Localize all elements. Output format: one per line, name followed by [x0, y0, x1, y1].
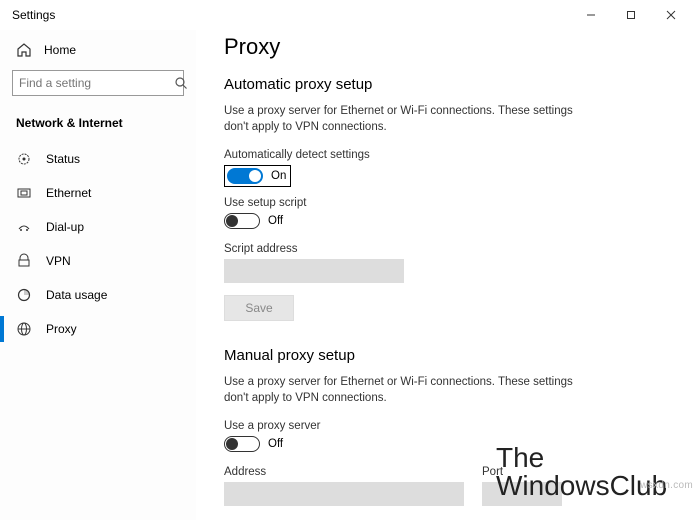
- home-label: Home: [44, 43, 76, 57]
- script-address-label: Script address: [224, 243, 671, 255]
- window-title: Settings: [8, 8, 55, 22]
- sidebar-item-vpn[interactable]: VPN: [12, 244, 184, 278]
- save-button[interactable]: Save: [224, 295, 294, 321]
- auto-detect-state: On: [271, 170, 286, 182]
- home-nav[interactable]: Home: [12, 36, 184, 70]
- use-proxy-state: Off: [268, 438, 283, 450]
- sidebar-item-label: Dial-up: [46, 220, 84, 234]
- home-icon: [16, 42, 32, 58]
- close-icon: [666, 10, 676, 20]
- auto-section-title: Automatic proxy setup: [224, 76, 671, 93]
- minimize-button[interactable]: [571, 1, 611, 29]
- category-header: Network & Internet: [12, 112, 184, 142]
- auto-detect-label: Automatically detect settings: [224, 149, 671, 161]
- sidebar-item-label: Ethernet: [46, 186, 91, 200]
- manual-port-label: Port: [482, 466, 562, 478]
- page-title: Proxy: [224, 34, 671, 60]
- sidebar-item-label: Data usage: [46, 288, 107, 302]
- dialup-icon: [16, 219, 32, 235]
- search-icon: [174, 76, 188, 90]
- sidebar-item-label: Status: [46, 152, 80, 166]
- manual-section-title: Manual proxy setup: [224, 347, 671, 364]
- sidebar-item-status[interactable]: Status: [12, 142, 184, 176]
- sidebar-item-ethernet[interactable]: Ethernet: [12, 176, 184, 210]
- minimize-icon: [586, 10, 596, 20]
- sidebar-item-label: Proxy: [46, 322, 77, 336]
- sidebar-item-datausage[interactable]: Data usage: [12, 278, 184, 312]
- manual-address-input[interactable]: [224, 482, 464, 506]
- use-proxy-toggle-row: Off: [224, 436, 671, 452]
- maximize-button[interactable]: [611, 1, 651, 29]
- auto-detect-toggle[interactable]: [227, 168, 263, 184]
- search-box[interactable]: [12, 70, 184, 96]
- search-input[interactable]: [19, 76, 174, 90]
- script-address-input[interactable]: [224, 259, 404, 283]
- manual-port-input[interactable]: [482, 482, 562, 506]
- titlebar: Settings: [0, 0, 699, 30]
- setup-script-toggle[interactable]: [224, 213, 260, 229]
- setup-script-state: Off: [268, 215, 283, 227]
- use-proxy-toggle[interactable]: [224, 436, 260, 452]
- toggle-knob: [249, 170, 261, 182]
- sidebar: Home Network & Internet Status Ethernet: [0, 30, 196, 520]
- sidebar-item-dialup[interactable]: Dial-up: [12, 210, 184, 244]
- auto-detect-toggle-row: On: [224, 165, 291, 187]
- sidebar-item-label: VPN: [46, 254, 71, 268]
- vpn-icon: [16, 253, 32, 269]
- setup-script-toggle-row: Off: [224, 213, 671, 229]
- proxy-icon: [16, 321, 32, 337]
- toggle-knob: [226, 438, 238, 450]
- close-button[interactable]: [651, 1, 691, 29]
- data-usage-icon: [16, 287, 32, 303]
- toggle-knob: [226, 215, 238, 227]
- main-content: Proxy Automatic proxy setup Use a proxy …: [196, 30, 699, 520]
- sidebar-item-proxy[interactable]: Proxy: [12, 312, 184, 346]
- window-controls: [571, 1, 691, 29]
- manual-address-label: Address: [224, 466, 464, 478]
- auto-section-desc: Use a proxy server for Ethernet or Wi-Fi…: [224, 103, 594, 135]
- manual-section-desc: Use a proxy server for Ethernet or Wi-Fi…: [224, 374, 594, 406]
- setup-script-label: Use setup script: [224, 197, 671, 209]
- status-icon: [16, 151, 32, 167]
- maximize-icon: [626, 10, 636, 20]
- ethernet-icon: [16, 185, 32, 201]
- use-proxy-label: Use a proxy server: [224, 420, 671, 432]
